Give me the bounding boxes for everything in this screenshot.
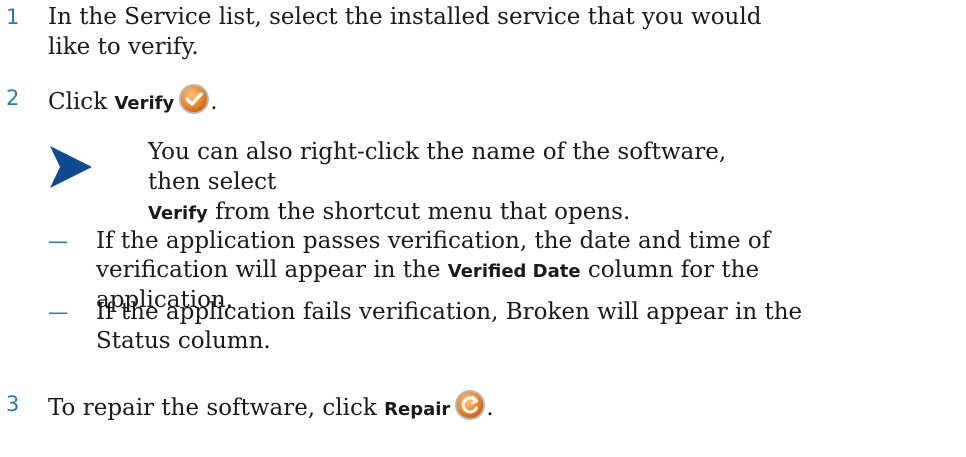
step-number: 3 [6, 392, 20, 416]
step-number: 2 [6, 86, 20, 110]
bullet-dash: — [48, 229, 68, 253]
note-verify-label: Verify [148, 203, 208, 224]
verify-checkmark-icon [178, 83, 210, 115]
step-prefix: Click [48, 89, 115, 115]
note-text: You can also right-click the name of the… [148, 137, 728, 229]
note-block: You can also right-click the name of the… [48, 137, 748, 225]
note-line-1: You can also right-click the name of the… [148, 139, 727, 195]
bullet-text: If the application fails verification, B… [96, 299, 803, 354]
step-text: To repair the software, click Repair . [48, 389, 768, 425]
repair-label: Repair [384, 399, 451, 420]
repair-arrow-icon [454, 389, 486, 421]
note-arrow-icon [48, 144, 94, 190]
step-prefix: To repair the software, click [48, 395, 385, 421]
step-number: 1 [6, 5, 20, 29]
step-text: In the Service list, select the installe… [48, 4, 762, 60]
step-text: Click Verify . [48, 83, 768, 119]
document-page: 1 In the Service list, select the instal… [0, 0, 966, 457]
step-suffix: . [210, 89, 218, 115]
note-line-2: from the shortcut menu that opens. [207, 199, 631, 225]
verify-label: Verify [114, 93, 175, 114]
verified-date-label: Verified Date [447, 261, 581, 282]
bullet-dash: — [48, 300, 68, 324]
step-suffix: . [486, 395, 494, 421]
